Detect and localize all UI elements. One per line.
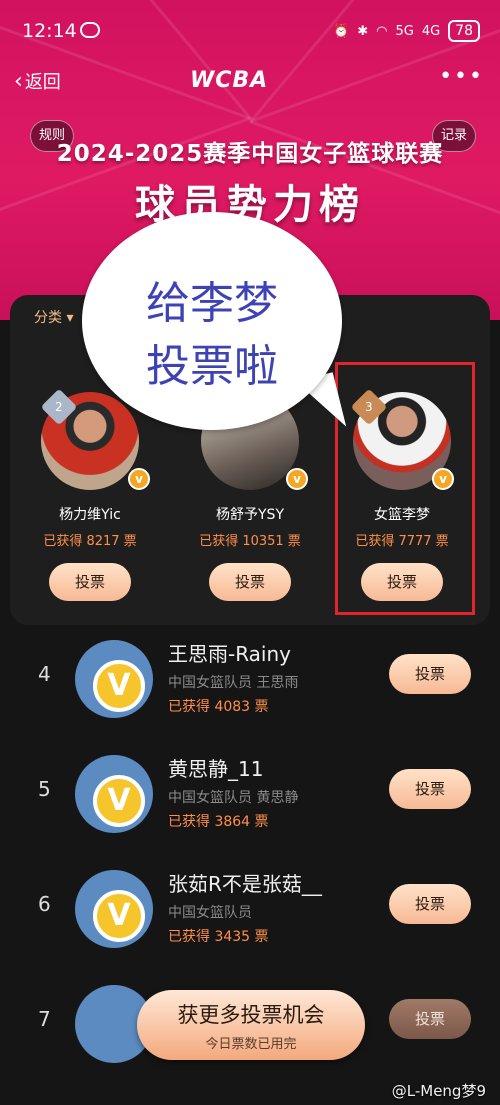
vote-count: 已获得 8217 票 <box>43 534 137 549</box>
top3-card-rank2: 2 v 杨力维Yic 已获得 8217 票 投票 <box>30 388 150 601</box>
rank-number: 7 <box>38 1007 51 1031</box>
list-item: 6 V 张茹R不是张菇__ 中国女篮队员 已获得 3435 票 投票 <box>0 860 500 960</box>
wifi-icon: ◠ <box>376 23 388 39</box>
back-button[interactable]: ‹ 返回 <box>14 68 61 94</box>
vote-count: 已获得 3864 票 <box>168 814 269 830</box>
verified-v-icon: V <box>93 890 145 942</box>
status-bar: 12:14 ⏰ ✱ ◠ 5G 4G 78 <box>0 0 500 64</box>
more-votes-title: 获更多投票机会 <box>177 1003 325 1027</box>
player-name: 黄思静_11 <box>168 757 264 781</box>
signal-4g-icon: 4G <box>421 23 441 39</box>
speech-bubble: 给李梦 投票啦 <box>82 212 342 430</box>
bubble-line2: 投票啦 <box>146 341 278 392</box>
player-name: 王思雨-Rainy <box>168 642 291 666</box>
wcba-logo: WCBA <box>190 68 269 93</box>
status-icons: ⏰ ✱ ◠ 5G 4G 78 <box>333 20 480 42</box>
vote-button[interactable]: 投票 <box>49 563 131 601</box>
wechat-icon <box>80 22 100 38</box>
verified-v-icon: V <box>93 660 145 712</box>
verified-badge-icon: v <box>286 468 308 490</box>
vote-button[interactable]: 投票 <box>389 769 471 809</box>
vote-button[interactable]: 投票 <box>389 654 471 694</box>
battery-indicator: 78 <box>448 20 480 42</box>
player-name: 杨力维Yic <box>59 507 121 523</box>
bluetooth-icon: ✱ <box>357 23 369 39</box>
list-item: 5 V 黄思静_11 中国女篮队员 黄思静 已获得 3864 票 投票 <box>0 745 500 845</box>
vote-count: 已获得 3435 票 <box>168 929 269 945</box>
more-votes-subtitle: 今日票数已用完 <box>205 1037 297 1052</box>
list-item: 4 V 王思雨-Rainy 中国女篮队员 王思雨 已获得 4083 票 投票 <box>0 630 500 730</box>
category-filter[interactable]: 分类 ▾ <box>34 307 73 327</box>
vote-button[interactable]: 投票 <box>389 999 471 1039</box>
vote-button[interactable]: 投票 <box>389 884 471 924</box>
player-desc: 中国女篮队员 黄思静 <box>168 790 299 806</box>
player-desc: 中国女篮队员 <box>168 905 252 921</box>
rank-number: 5 <box>38 777 51 801</box>
signal-5g-icon: 5G <box>395 23 414 39</box>
rank-number: 6 <box>38 892 51 916</box>
season-title: 2024-2025赛季中国女子篮球联赛 <box>56 141 444 167</box>
weibo-watermark: @L-Meng梦9 <box>391 1082 486 1100</box>
rank-number: 4 <box>38 662 51 686</box>
player-name: 杨舒予YSY <box>216 507 284 523</box>
chevron-left-icon: ‹ <box>14 68 23 94</box>
vote-button[interactable]: 投票 <box>209 563 291 601</box>
player-desc: 中国女篮队员 王思雨 <box>168 675 299 691</box>
vote-count: 已获得 4083 票 <box>168 699 269 715</box>
player-name: 张茹R不是张菇__ <box>168 872 322 896</box>
category-filter-label: 分类 <box>34 310 62 326</box>
vote-count: 已获得 10351 票 <box>199 534 301 549</box>
more-menu-button[interactable]: ••• <box>439 64 484 89</box>
alarm-icon: ⏰ <box>333 23 350 39</box>
verified-v-icon: V <box>93 775 145 827</box>
bubble-line1: 给李梦 <box>146 278 278 329</box>
status-time: 12:14 <box>22 20 77 42</box>
verified-badge-icon: v <box>128 468 150 490</box>
caret-down-icon: ▾ <box>66 310 74 326</box>
back-label: 返回 <box>24 72 61 93</box>
more-votes-button[interactable]: 获更多投票机会 今日票数已用完 <box>137 990 365 1060</box>
highlight-box <box>335 362 475 615</box>
